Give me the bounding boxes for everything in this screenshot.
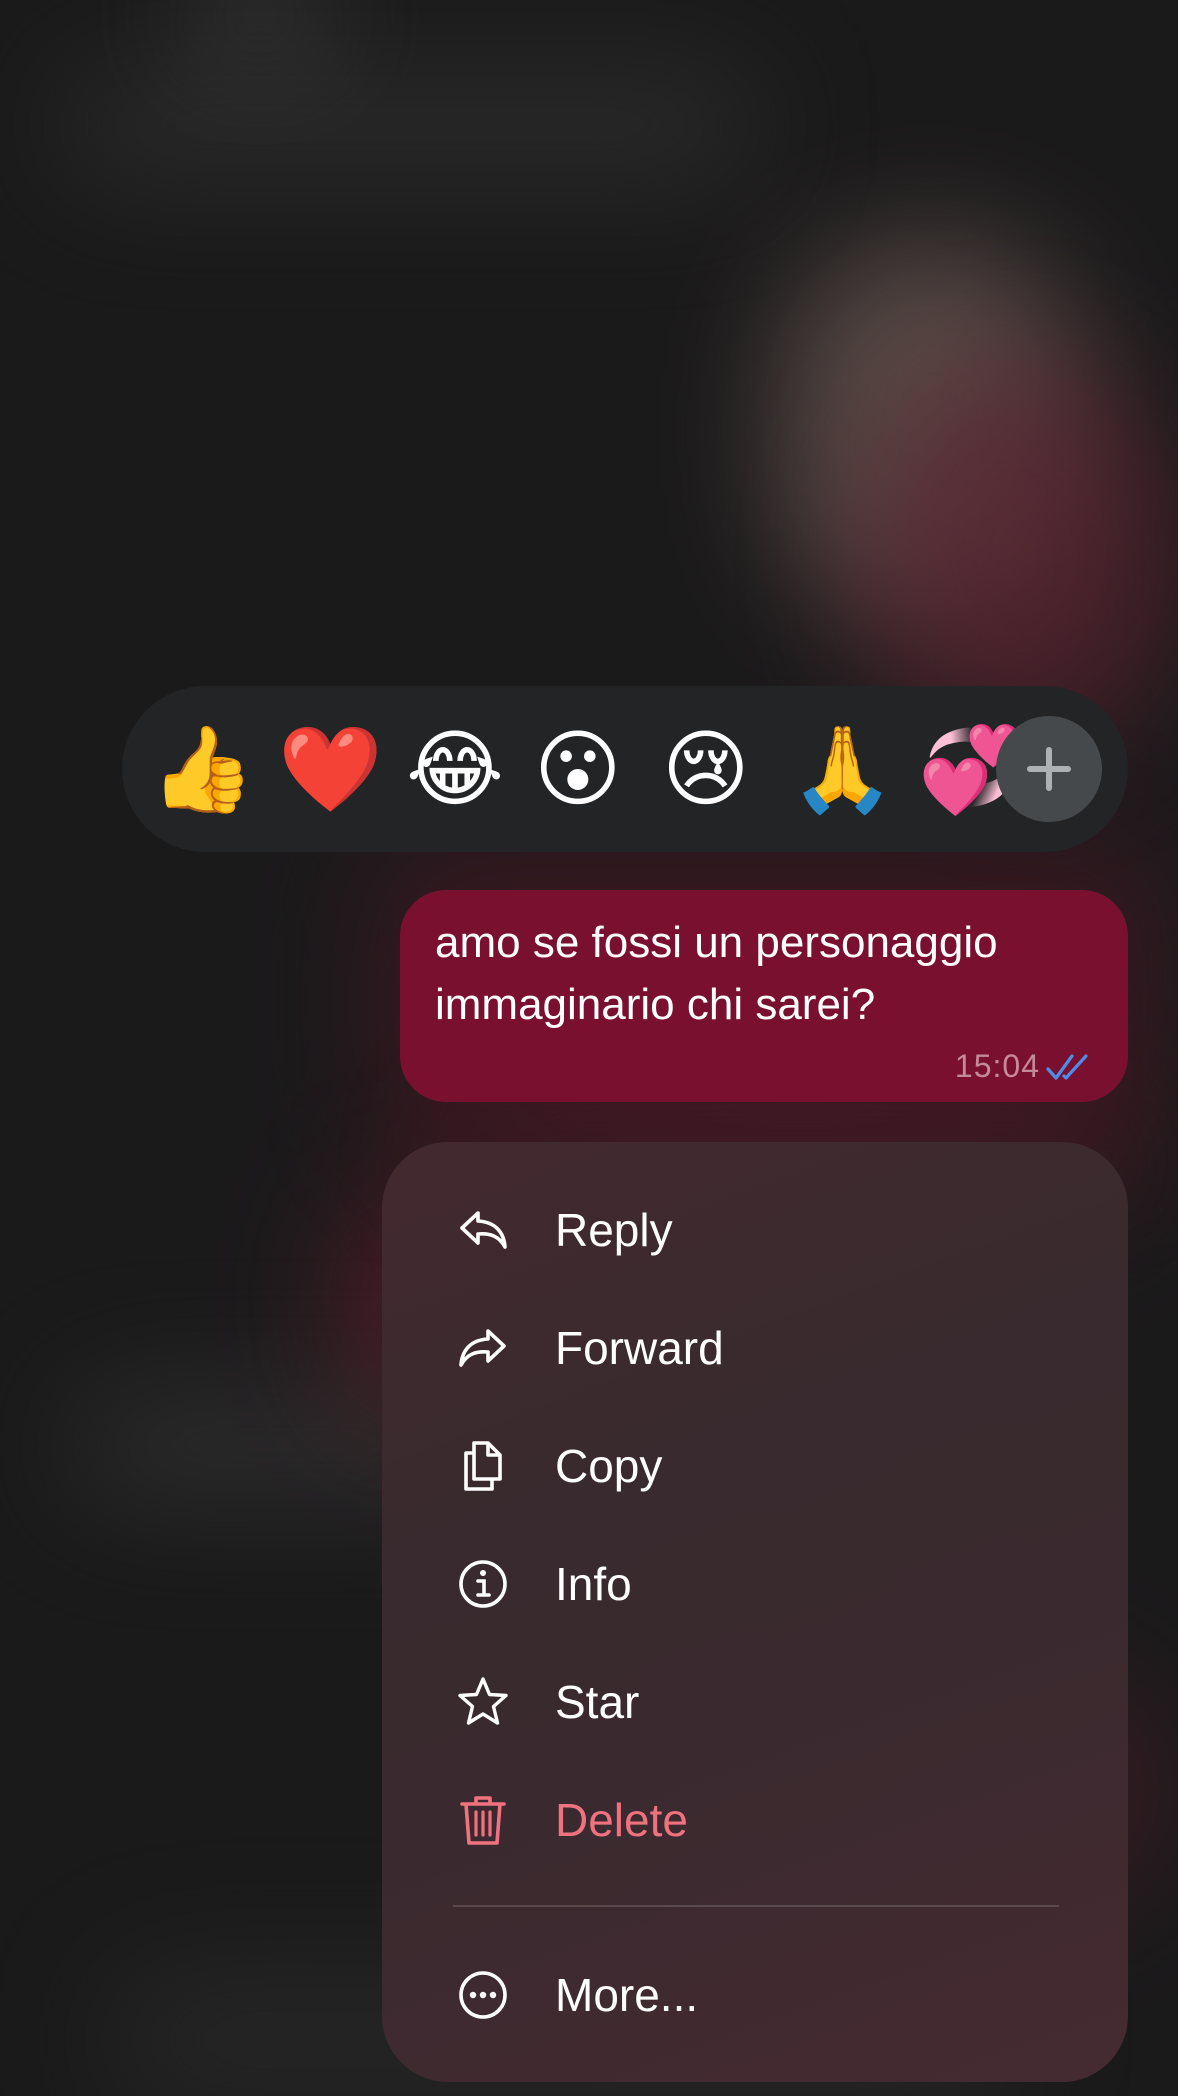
forward-icon xyxy=(459,1329,506,1367)
message-meta: 15:04 xyxy=(955,1048,1092,1085)
message-time: 15:04 xyxy=(954,1048,1040,1084)
menu-item-copy[interactable]: Copy xyxy=(382,1411,1128,1521)
menu-item-more[interactable]: More... xyxy=(382,1940,1128,2050)
more-reactions-button[interactable] xyxy=(996,716,1102,822)
menu-item-forward[interactable]: Forward xyxy=(382,1293,1128,1403)
reaction-thumbs-up[interactable]: 👍 xyxy=(150,726,255,812)
info-icon xyxy=(459,1560,507,1608)
menu-item-label: More... xyxy=(555,1969,699,2021)
menu-item-label: Info xyxy=(555,1558,632,1610)
star-icon xyxy=(458,1677,508,1725)
menu-divider xyxy=(453,1905,1059,1907)
reaction-heart[interactable]: ❤️ xyxy=(278,726,383,812)
message-context-menu: Reply Forward Copy Info Star Delete More… xyxy=(382,1142,1128,2082)
trash-icon xyxy=(460,1796,506,1845)
menu-item-label: Delete xyxy=(555,1794,688,1846)
menu-item-info[interactable]: Info xyxy=(382,1529,1128,1639)
menu-item-label: Copy xyxy=(555,1440,663,1492)
reaction-bar: 👍 ❤️ 😂 😮 😢 🙏 💞 xyxy=(122,686,1128,852)
menu-item-label: Forward xyxy=(555,1322,724,1374)
copy-icon xyxy=(464,1441,502,1491)
reaction-praying-hands[interactable]: 🙏 xyxy=(790,726,895,812)
more-icon xyxy=(459,1971,507,2019)
message-bubble[interactable]: amo se fossi un personaggio immaginario … xyxy=(400,890,1128,1102)
reaction-surprised[interactable]: 😮 xyxy=(534,726,622,812)
menu-item-star[interactable]: Star xyxy=(382,1647,1128,1757)
menu-item-label: Star xyxy=(555,1676,640,1728)
menu-item-label: Reply xyxy=(555,1204,673,1256)
reply-icon xyxy=(460,1211,507,1249)
menu-item-delete[interactable]: Delete xyxy=(382,1765,1128,1875)
message-text: amo se fossi un personaggio immaginario … xyxy=(435,918,998,1029)
menu-item-reply[interactable]: Reply xyxy=(382,1175,1128,1285)
plus-icon xyxy=(1027,747,1071,791)
reaction-laughing[interactable]: 😂 xyxy=(406,726,504,812)
reaction-crying[interactable]: 😢 xyxy=(662,726,750,812)
double-check-icon xyxy=(1046,1053,1088,1080)
